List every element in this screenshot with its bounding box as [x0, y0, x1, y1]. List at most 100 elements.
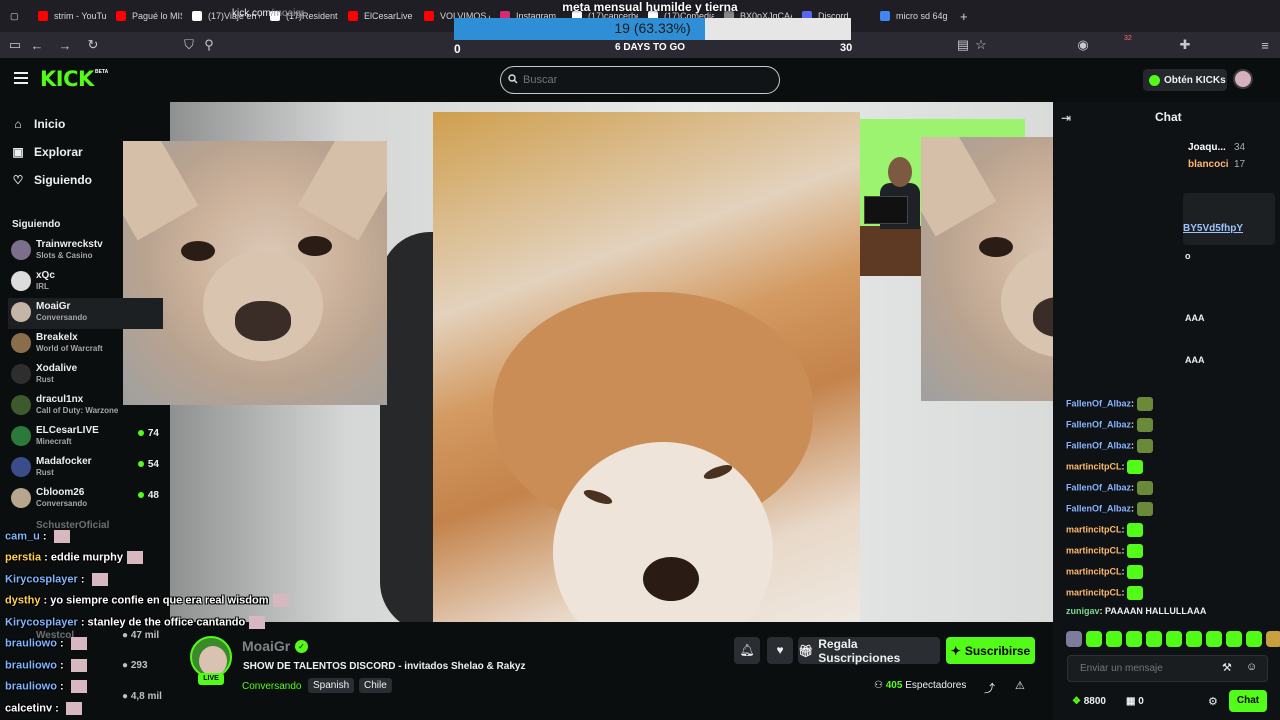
browser-tab[interactable]: Pagué lo MIS: [106, 0, 182, 32]
extension-badge[interactable]: 32: [1124, 35, 1132, 42]
chat-emote-picker-icon[interactable]: ☺: [1246, 661, 1257, 673]
overlay-chat-emote: [53, 530, 70, 543]
tag-country[interactable]: Chile: [359, 678, 392, 693]
emote-picker-item-icon[interactable]: [1206, 631, 1222, 647]
follow-heart-button[interactable]: ♥: [767, 637, 793, 664]
sidebar-channel[interactable]: dracul1nx Call of Duty: Warzone: [8, 391, 163, 422]
emote-picker-item-icon[interactable]: [1266, 631, 1280, 647]
emote-picker-item-icon[interactable]: [1186, 631, 1202, 647]
chat-message-fragment: AAA: [1185, 355, 1205, 365]
kicks-balance[interactable]: ❖ 8800: [1072, 696, 1106, 707]
chat-username[interactable]: FallenOf_Albaz: [1066, 503, 1131, 513]
chat-username[interactable]: martincitpCL: [1066, 566, 1122, 576]
streamer-name[interactable]: MoaiGr: [242, 638, 290, 654]
emote-picker-item-icon[interactable]: [1226, 631, 1242, 647]
overlay-chat-username: cam_u: [5, 530, 40, 543]
emote-picker-item-icon[interactable]: [1246, 631, 1262, 647]
emote-picker-item-icon[interactable]: [1066, 631, 1082, 647]
chat-message-fragment: o: [1185, 251, 1191, 261]
sidebar-nav-inicio[interactable]: ⌂ Inicio: [12, 117, 65, 131]
menu-icon[interactable]: ≡: [1254, 38, 1276, 53]
browser-tab[interactable]: ElCesarLive -: [338, 0, 414, 32]
emote-picker-item-icon[interactable]: [1086, 631, 1102, 647]
chat-username[interactable]: martincitpCL: [1066, 545, 1122, 555]
sidebar-viewers-faded: ● 4,8 mil: [122, 691, 162, 702]
reload-icon[interactable]: ↻: [82, 37, 104, 53]
sidebar-channel[interactable]: Xodalive Rust: [8, 360, 163, 391]
chat-settings-icon[interactable]: ⚙: [1208, 695, 1218, 708]
user-avatar[interactable]: [1233, 69, 1253, 89]
sidebar-channel[interactable]: ELCesarLIVE Minecraft 74: [8, 422, 163, 453]
back-icon[interactable]: ←: [26, 38, 48, 53]
channel-category: Minecraft: [36, 437, 72, 446]
channel-category: Conversando: [36, 499, 88, 508]
get-kicks-label: Obtén KICKs: [1164, 74, 1226, 86]
sidebar-channel[interactable]: Trainwreckstv Slots & Casino: [8, 236, 163, 267]
sub-gifts-count[interactable]: ▦ 0: [1126, 696, 1144, 707]
sidebar-channel[interactable]: Breakelx World of Warcraft: [8, 329, 163, 360]
subscribe-button[interactable]: ✦ Suscribirse: [946, 637, 1035, 664]
emote-picker-item-icon[interactable]: [1126, 631, 1142, 647]
site-permissions-icon[interactable]: ⚲: [198, 37, 220, 53]
chat-username[interactable]: martincitpCL: [1066, 461, 1122, 471]
webcam-streamer-head: [888, 157, 912, 187]
tab-label: ElCesarLive -: [364, 11, 414, 21]
chat-username[interactable]: FallenOf_Albaz: [1066, 482, 1131, 492]
account-icon[interactable]: ◉: [1072, 37, 1094, 53]
emote-picker-item-icon[interactable]: [1146, 631, 1162, 647]
channel-avatar: [11, 364, 31, 384]
tab-overview-icon[interactable]: ▢: [0, 0, 28, 32]
sidebar-nav-explorar[interactable]: ▣ Explorar: [12, 145, 82, 159]
chat-send-button[interactable]: Chat: [1229, 690, 1267, 712]
chat-emote: [1127, 523, 1144, 537]
forward-icon[interactable]: →: [54, 38, 76, 53]
top-gifter-name[interactable]: blancoci: [1188, 159, 1229, 170]
hamburger-menu-icon[interactable]: [14, 72, 28, 84]
notification-bell-button[interactable]: 🔔︎: [734, 637, 760, 664]
chat-message: FallenOf_Albaz:: [1066, 397, 1153, 411]
emote-picker-item-icon[interactable]: [1106, 631, 1122, 647]
chat-username[interactable]: FallenOf_Albaz: [1066, 440, 1131, 450]
emote-picker-item-icon[interactable]: [1166, 631, 1182, 647]
chat-message-input[interactable]: [1067, 655, 1268, 682]
report-warning-icon[interactable]: ⚠: [1015, 679, 1025, 692]
channel-name: Cbloom26: [36, 487, 85, 498]
reader-view-icon[interactable]: ▤: [952, 37, 974, 53]
gift-subscriptions-label: Regala Suscripciones: [818, 636, 901, 665]
browser-tab[interactable]: strim - YouTu: [28, 0, 106, 32]
new-tab-icon[interactable]: +: [950, 0, 978, 32]
browser-tab[interactable]: micro sd 64g: [870, 0, 950, 32]
pinned-message[interactable]: [1183, 193, 1275, 245]
chat-username[interactable]: FallenOf_Albaz: [1066, 398, 1131, 408]
url-field[interactable]: kick.com/moaigr: [232, 8, 304, 19]
sidebar-channel[interactable]: xQc IRL: [8, 267, 163, 298]
subscribe-label: Suscribirse: [964, 643, 1031, 658]
pinned-link[interactable]: BY5Vd5fhpY: [1183, 223, 1243, 234]
sidebar-channel[interactable]: MoaiGr Conversando: [8, 298, 163, 329]
kick-logo[interactable]: KICK: [40, 67, 94, 91]
search-input[interactable]: [500, 66, 780, 94]
top-gifter-name[interactable]: Joaqu...: [1188, 142, 1226, 153]
get-kicks-button[interactable]: Obtén KICKs: [1143, 69, 1227, 91]
collapse-chat-icon[interactable]: ⇥: [1061, 111, 1071, 125]
sidebar-channel[interactable]: Cbloom26 Conversando 48: [8, 484, 163, 515]
chat-username[interactable]: martincitpCL: [1066, 524, 1122, 534]
chat-emote-bar[interactable]: [1066, 631, 1280, 647]
streamer-avatar[interactable]: [190, 636, 232, 678]
shield-icon[interactable]: ⛉: [178, 37, 200, 53]
share-icon[interactable]: ⤴: [984, 680, 995, 696]
chat-username[interactable]: FallenOf_Albaz: [1066, 419, 1131, 429]
gift-subscriptions-button[interactable]: 🎁︎ Regala Suscripciones: [798, 636, 940, 665]
chat-username[interactable]: martincitpCL: [1066, 587, 1122, 597]
chat-emote: [1127, 544, 1144, 558]
sidebar-toggle-icon[interactable]: ▭: [4, 37, 26, 53]
tag-language[interactable]: Spanish: [308, 678, 355, 693]
chat-commands-icon[interactable]: ⚒: [1222, 661, 1232, 674]
sidebar-channel[interactable]: Madafocker Rust 54: [8, 453, 163, 484]
channel-category: Rust: [36, 468, 54, 477]
stream-category[interactable]: Conversando: [242, 681, 301, 692]
sidebar-nav-siguiendo[interactable]: ♡ Siguiendo: [12, 173, 92, 187]
extensions-icon[interactable]: ✚: [1174, 37, 1196, 53]
chat-username[interactable]: zunigav: [1066, 606, 1100, 616]
tab-favicon-icon: [348, 11, 358, 21]
